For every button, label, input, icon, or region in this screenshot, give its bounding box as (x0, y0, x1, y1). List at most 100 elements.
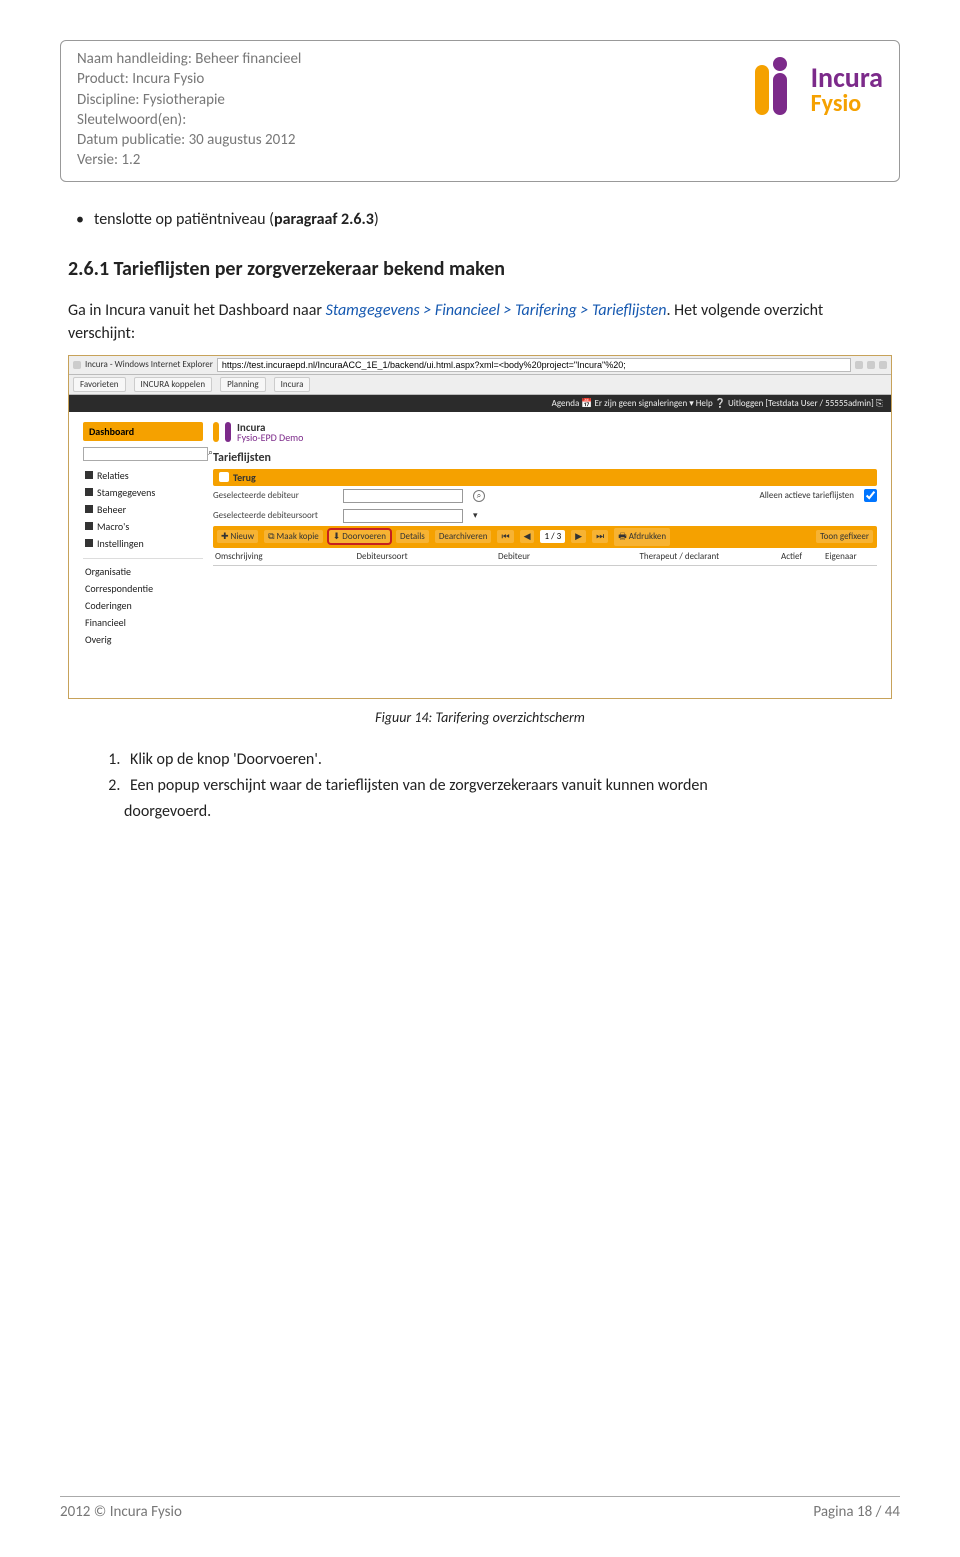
nieuw-button[interactable]: ✚Nieuw (217, 530, 258, 543)
toon-gefixeer-button[interactable]: Toon gefixeer (816, 530, 873, 543)
sidebar-item-label: Stamgegevens (97, 486, 155, 499)
page-footer: 2012 © Incura Fysio Pagina 18 / 44 (60, 1496, 900, 1521)
sidebar-item-beheer[interactable]: Beheer (83, 501, 203, 518)
col-omschrijving[interactable]: Omschrijving (215, 551, 353, 562)
meta-l1-value: Beheer financieel (195, 50, 301, 68)
col-actief[interactable]: Actief (781, 551, 821, 562)
app-topbar[interactable]: Agenda 📅 Er zijn geen signaleringen ▾ He… (69, 395, 891, 412)
filter-row-debiteur: Geselecteerde debiteur ⌕ Alleen actieve … (213, 486, 877, 506)
meta-l2-value: Incura Fysio (132, 70, 204, 88)
search-icon[interactable]: ⌕ (473, 490, 485, 502)
plus-icon: ✚ (221, 531, 229, 542)
sidebar-item-macros[interactable]: Macro's (83, 518, 203, 535)
sidebar-item-relaties[interactable]: Relaties (83, 467, 203, 484)
maak-kopie-button[interactable]: ⧉Maak kopie (264, 530, 323, 543)
grid-toolbar: ✚Nieuw ⧉Maak kopie ⬇Doorvoeren Details D… (213, 526, 877, 548)
meta-l2-label: Product: (77, 70, 132, 88)
app-area: Dashboard ⌕ Relaties Stamgegevens Beheer… (69, 412, 891, 698)
meta-l3-value: Fysiotherapie (143, 91, 225, 109)
dearchiveren-button[interactable]: Dearchiveren (435, 530, 492, 543)
lock-icon (855, 361, 863, 369)
meta-l5-label: Datum publicatie: (77, 131, 189, 149)
sidebar-item-label: Correspondentie (85, 582, 153, 595)
address-bar[interactable] (217, 358, 851, 372)
app-brand: Incura Fysio-EPD Demo (213, 422, 877, 443)
refresh-icon[interactable] (867, 361, 875, 369)
logo: Incura Fysio (733, 55, 883, 125)
sidebar-dashboard[interactable]: Dashboard (83, 422, 203, 441)
step-2: Een popup verschijnt waar de tarieflijst… (124, 774, 892, 798)
footer-page-sep: / (872, 1503, 885, 1521)
steps-list: Klik op de knop 'Doorvoeren'. Een popup … (124, 748, 892, 798)
col-debiteursoort[interactable]: Debiteursoort (357, 551, 495, 562)
details-button[interactable]: Details (396, 530, 429, 543)
col-eigenaar[interactable]: Eigenaar (825, 551, 875, 562)
sidebar-sub-correspondentie[interactable]: Correspondentie (83, 580, 203, 597)
beheer-icon (85, 505, 93, 513)
back-label: Terug (233, 471, 256, 484)
meta-l6-label: Versie: (77, 151, 121, 169)
filter-debiteur-input[interactable] (343, 489, 463, 503)
sidebar-search: ⌕ (83, 447, 203, 461)
bullet-line: tenslotte op patiëntniveau (paragraaf 2.… (94, 210, 892, 229)
sidebar-sub-financieel[interactable]: Financieel (83, 614, 203, 631)
brand-line3: Demo (279, 431, 303, 444)
chevron-down-icon[interactable]: ▾ (473, 510, 478, 521)
tab-koppelen[interactable]: INCURA koppelen (134, 377, 213, 392)
back-button[interactable]: Terug (213, 469, 877, 486)
btn-label: Doorvoeren (342, 531, 386, 542)
col-therapeut[interactable]: Therapeut / declarant (640, 551, 778, 562)
pager-first-button[interactable]: ⏮ (497, 530, 513, 543)
filter-actief-label: Alleen actieve tarieflijsten (760, 490, 854, 501)
logo-mark-icon (733, 55, 803, 125)
window-title: Incura - Windows Internet Explorer (85, 359, 213, 370)
meta-l1-label: Naam handleiding: (77, 50, 195, 68)
btn-label: Afdrukken (629, 531, 666, 542)
sidebar-item-instellingen[interactable]: Instellingen (83, 535, 203, 552)
filter-actief-checkbox[interactable] (864, 489, 877, 502)
filter-debiteursoort-input[interactable] (343, 509, 463, 523)
step-1: Klik op de knop 'Doorvoeren'. (124, 748, 892, 772)
col-debiteur[interactable]: Debiteur (498, 551, 636, 562)
brand-bar-icon (225, 422, 231, 442)
footer-right: Pagina 18 / 44 (813, 1503, 900, 1521)
filter-row-debiteursoort: Geselecteerde debiteursoort ▾ (213, 506, 877, 526)
embedded-screenshot: Incura - Windows Internet Explorer Favor… (68, 355, 892, 699)
sidebar-sub-overig[interactable]: Overig (83, 631, 203, 648)
breadcrumb-path: Stamgegevens > Financieel > Tarifering >… (326, 301, 667, 320)
favorites-button[interactable]: Favorieten (73, 377, 126, 392)
doorvoeren-button[interactable]: ⬇Doorvoeren (329, 530, 390, 543)
footer-page-num: 18 (857, 1503, 872, 1521)
grid-header: Omschrijving Debiteursoort Debiteur Ther… (213, 548, 877, 566)
brand-line2: Fysio-EPD (237, 431, 277, 444)
sidebar-sub-organisatie[interactable]: Organisatie (83, 563, 203, 580)
browser-chrome: Incura - Windows Internet Explorer (69, 356, 891, 375)
tab-incura[interactable]: Incura (274, 377, 311, 392)
print-icon: 🖶 (618, 529, 627, 545)
sidebar-item-label: Relaties (97, 469, 129, 482)
tab-planning[interactable]: Planning (220, 377, 266, 392)
logo-line1: Incura (811, 64, 883, 92)
pager-prev-button[interactable]: ◀ (520, 530, 535, 543)
filter-label: Geselecteerde debiteursoort (213, 510, 333, 521)
sidebar-item-stamgegevens[interactable]: Stamgegevens (83, 484, 203, 501)
grid-body-empty (213, 566, 877, 676)
main-panel: Incura Fysio-EPD Demo Tarieflijsten Teru… (213, 422, 877, 676)
browser-tabstrip: Favorieten INCURA koppelen Planning Incu… (69, 375, 891, 395)
sidebar-item-label: Macro's (97, 520, 129, 533)
footer-page-total: 44 (885, 1503, 900, 1521)
pager-next-button[interactable]: ▶ (571, 530, 586, 543)
stop-icon[interactable] (879, 361, 887, 369)
sidebar: Dashboard ⌕ Relaties Stamgegevens Beheer… (83, 422, 203, 676)
btn-label: Nieuw (231, 531, 255, 542)
window-icon (73, 361, 81, 369)
afdrukken-button[interactable]: 🖶Afdrukken (614, 528, 670, 546)
copy-icon: ⧉ (268, 531, 274, 542)
meta-l5-value: 30 augustus 2012 (189, 131, 296, 149)
sidebar-item-label: Financieel (85, 616, 126, 629)
sidebar-sub-coderingen[interactable]: Coderingen (83, 597, 203, 614)
sidebar-item-label: Overig (85, 633, 112, 646)
meta-l4-label: Sleutelwoord(en): (77, 111, 186, 129)
sidebar-search-input[interactable] (83, 447, 208, 461)
pager-last-button[interactable]: ⏭ (592, 530, 608, 543)
